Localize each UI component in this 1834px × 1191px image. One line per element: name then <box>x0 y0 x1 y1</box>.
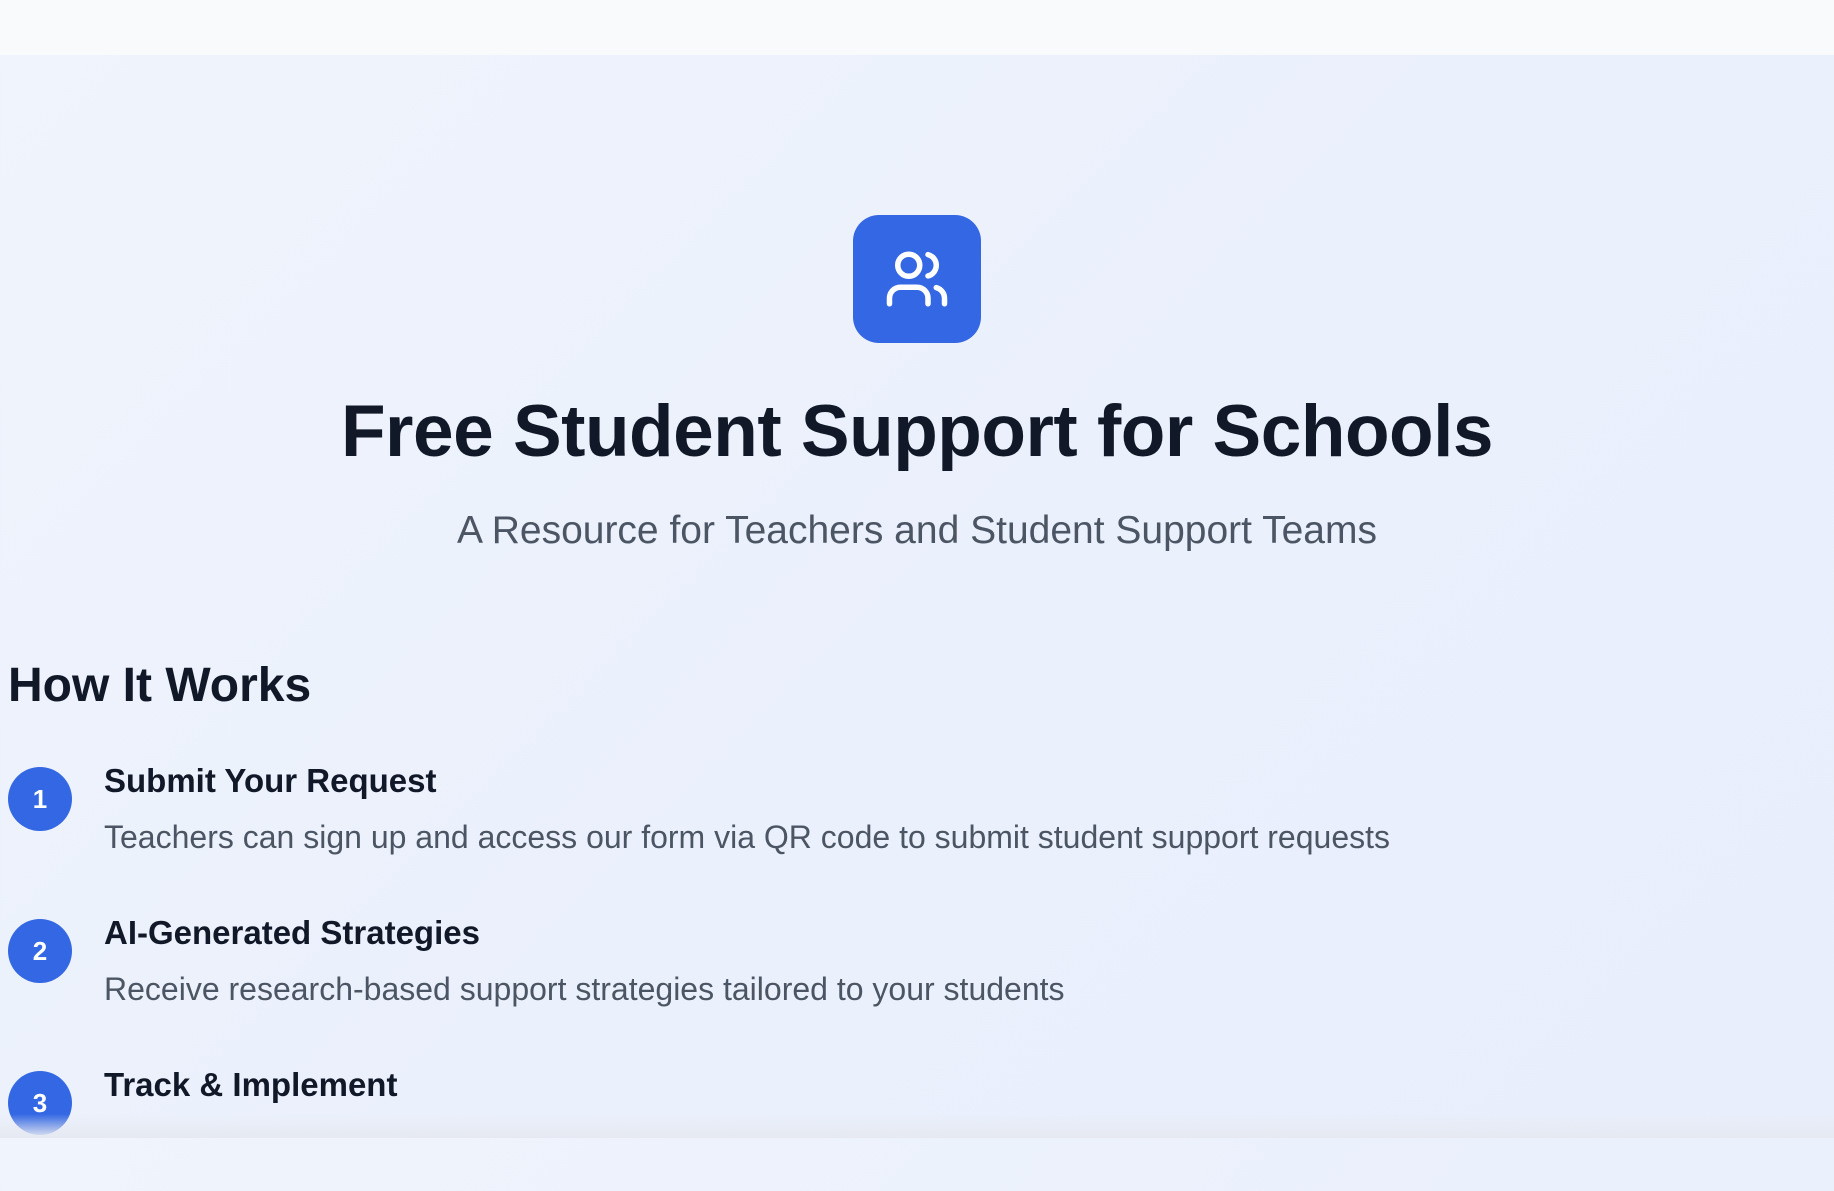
bottom-fade <box>0 1114 1834 1138</box>
step-title: AI-Generated Strategies <box>104 914 480 951</box>
page-subtitle: A Resource for Teachers and Student Supp… <box>457 509 1377 552</box>
how-it-works-heading: How It Works <box>8 659 312 712</box>
hero-logo <box>853 215 981 343</box>
step-number-badge: 2 <box>8 919 72 983</box>
step-item: 2 AI-Generated Strategies Receive resear… <box>8 914 1708 1039</box>
step-title: Track & Implement <box>104 1066 398 1103</box>
step-title: Submit Your Request <box>104 762 437 799</box>
page-title: Free Student Support for Schools <box>340 391 1494 472</box>
step-number-badge: 1 <box>8 767 72 831</box>
step-description: Teachers can sign up and access our form… <box>104 819 1390 855</box>
users-icon <box>886 251 948 307</box>
top-bar <box>0 0 1834 55</box>
step-item: 1 Submit Your Request Teachers can sign … <box>8 762 1708 887</box>
step-description: Receive research-based support strategie… <box>104 971 1065 1007</box>
